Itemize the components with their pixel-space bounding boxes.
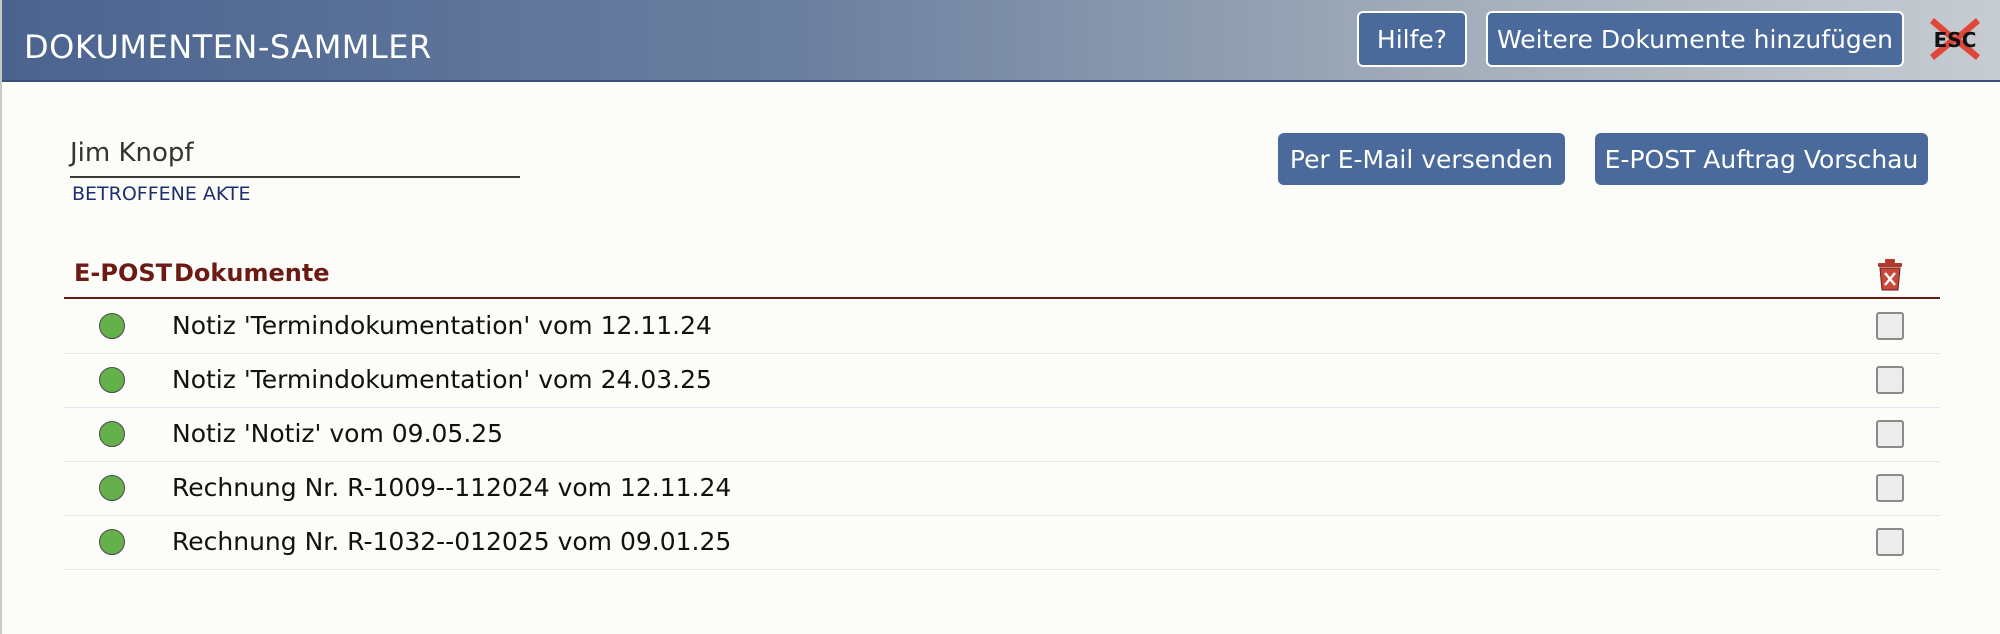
document-label[interactable]: Rechnung Nr. R-1032--012025 vom 09.01.25 bbox=[172, 527, 731, 556]
app-window: DOKUMENTEN-SAMMLER Hilfe? Weitere Dokume… bbox=[0, 0, 2000, 634]
title-bar: DOKUMENTEN-SAMMLER Hilfe? Weitere Dokume… bbox=[2, 0, 2000, 82]
record-name-field[interactable]: Jim Knopf bbox=[70, 134, 520, 178]
help-button[interactable]: Hilfe? bbox=[1357, 11, 1467, 67]
add-documents-button[interactable]: Weitere Dokumente hinzufügen bbox=[1486, 11, 1904, 67]
row-checkbox[interactable] bbox=[1876, 366, 1904, 394]
trash-icon[interactable] bbox=[1876, 258, 1904, 292]
status-indicator bbox=[99, 475, 125, 501]
status-indicator bbox=[99, 313, 125, 339]
row-checkbox[interactable] bbox=[1876, 420, 1904, 448]
send-email-button[interactable]: Per E-Mail versenden bbox=[1278, 133, 1565, 185]
table-row: Notiz 'Notiz' vom 09.05.25 bbox=[64, 408, 1940, 462]
document-label[interactable]: Notiz 'Notiz' vom 09.05.25 bbox=[172, 419, 503, 448]
row-checkbox[interactable] bbox=[1876, 474, 1904, 502]
close-button[interactable]: ESC bbox=[1928, 14, 1982, 64]
esc-label: ESC bbox=[1933, 28, 1977, 52]
record-name-value: Jim Knopf bbox=[70, 138, 194, 168]
column-header-epost: E-POST bbox=[74, 259, 173, 287]
status-indicator bbox=[99, 529, 125, 555]
table-row: Notiz 'Termindokumentation' vom 24.03.25 bbox=[64, 354, 1940, 408]
record-field-label: BETROFFENE AKTE bbox=[72, 183, 251, 205]
status-indicator bbox=[99, 367, 125, 393]
status-indicator bbox=[99, 421, 125, 447]
document-label[interactable]: Rechnung Nr. R-1009--112024 vom 12.11.24 bbox=[172, 473, 731, 502]
app-title: DOKUMENTEN-SAMMLER bbox=[24, 28, 432, 66]
column-header-documents: Dokumente bbox=[174, 259, 330, 287]
row-checkbox[interactable] bbox=[1876, 312, 1904, 340]
table-row: Notiz 'Termindokumentation' vom 12.11.24 bbox=[64, 300, 1940, 354]
document-label[interactable]: Notiz 'Termindokumentation' vom 12.11.24 bbox=[172, 311, 712, 340]
table-header-divider bbox=[64, 297, 1940, 299]
table-row: Rechnung Nr. R-1009--112024 vom 12.11.24 bbox=[64, 462, 1940, 516]
epost-preview-button[interactable]: E-POST Auftrag Vorschau bbox=[1595, 133, 1928, 185]
row-checkbox[interactable] bbox=[1876, 528, 1904, 556]
table-row: Rechnung Nr. R-1032--012025 vom 09.01.25 bbox=[64, 516, 1940, 570]
document-label[interactable]: Notiz 'Termindokumentation' vom 24.03.25 bbox=[172, 365, 712, 394]
